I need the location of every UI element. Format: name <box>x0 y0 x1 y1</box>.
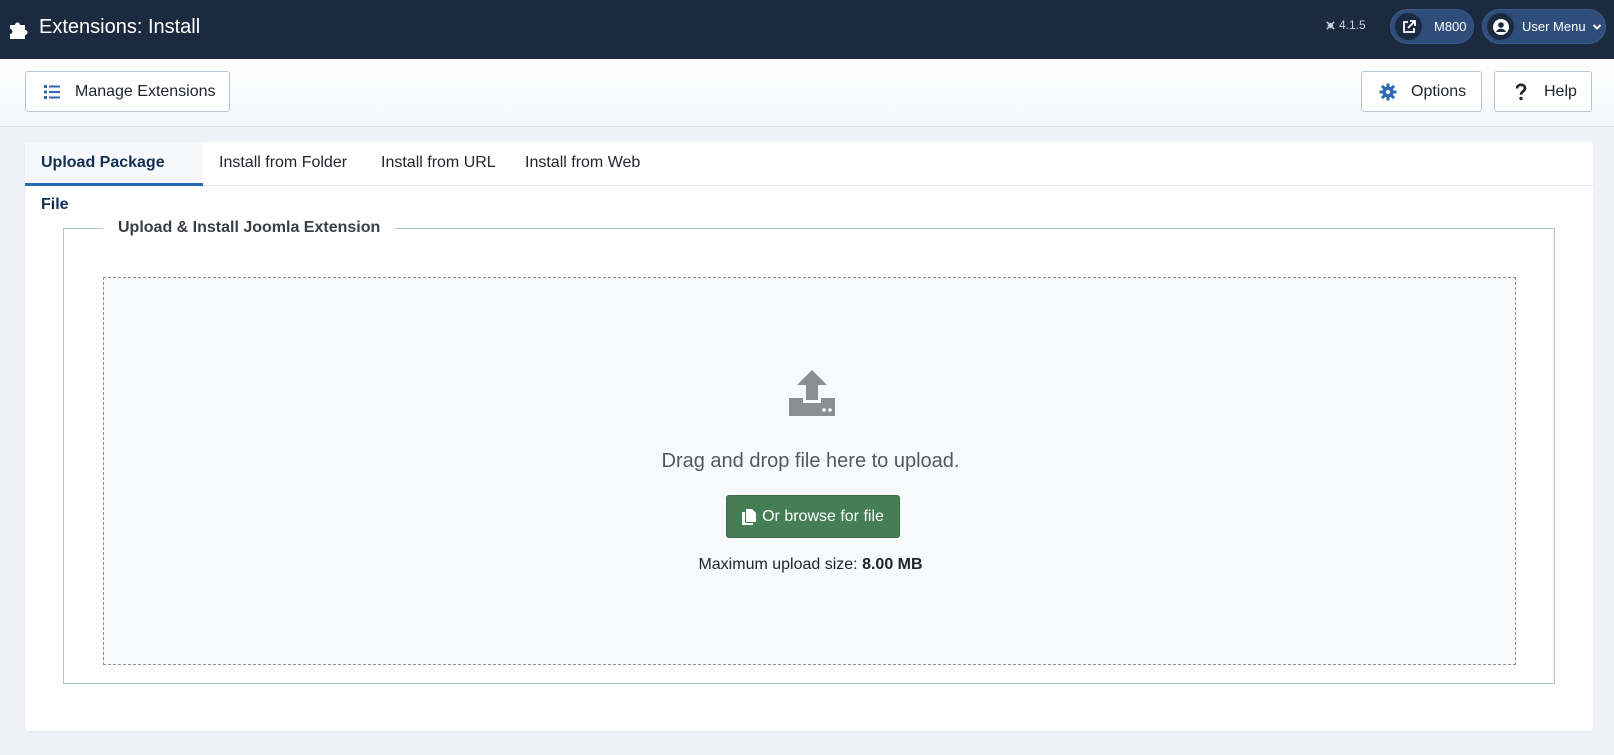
help-label: Help <box>1544 82 1577 100</box>
upload-legend: Upload & Install Joomla Extension <box>103 216 396 240</box>
max-upload-size-label: Maximum upload size: <box>698 556 858 573</box>
install-card: Upload Package File Install from Folder … <box>25 142 1593 731</box>
manage-extensions-label: Manage Extensions <box>75 82 216 100</box>
external-link-icon <box>1395 13 1422 40</box>
user-menu-label: User Menu <box>1522 19 1586 34</box>
app-header: Extensions: Install 4.1.5 M800 User Menu <box>0 0 1614 59</box>
version-text: 4.1.5 <box>1339 18 1366 32</box>
browse-file-button[interactable]: Or browse for file <box>726 495 900 538</box>
manage-extensions-button[interactable]: Manage Extensions <box>25 71 230 112</box>
tab-install-from-folder[interactable]: Install from Folder <box>203 142 363 186</box>
puzzle-icon <box>10 22 28 39</box>
tab-upload-package[interactable]: Upload Package File <box>25 142 203 213</box>
drop-instructions: Drag and drop file here to upload. <box>661 450 960 472</box>
question-icon <box>1515 82 1527 100</box>
site-label: M800 <box>1434 19 1467 34</box>
max-upload-size-value: 8.00 MB <box>862 556 923 573</box>
page-title: Extensions: Install <box>39 16 201 38</box>
view-site-button[interactable]: M800 <box>1390 9 1474 44</box>
upload-fieldset: Upload & Install Joomla Extension Drag a… <box>63 216 1555 684</box>
tab-install-from-web[interactable]: Install from Web <box>509 142 656 186</box>
tab-install-from-url[interactable]: Install from URL <box>365 142 512 186</box>
max-upload-size: Maximum upload size: 8.00 MB <box>104 556 1517 574</box>
user-menu-button[interactable]: User Menu <box>1482 9 1606 44</box>
copy-icon <box>742 508 757 525</box>
options-label: Options <box>1411 82 1467 100</box>
help-button[interactable]: Help <box>1494 71 1592 112</box>
version-label: 4.1.5 <box>1325 18 1366 32</box>
options-button[interactable]: Options <box>1361 71 1482 112</box>
chevron-down-icon <box>1592 23 1601 30</box>
gear-icon <box>1379 83 1397 100</box>
upload-dropzone[interactable]: Drag and drop file here to upload. Or br… <box>103 277 1516 665</box>
user-circle-icon <box>1487 13 1514 40</box>
upload-icon <box>789 370 835 416</box>
joomla-icon <box>1326 20 1335 30</box>
browse-file-label: Or browse for file <box>762 507 884 525</box>
install-tabs: Upload Package File Install from Folder … <box>25 142 1593 213</box>
toolbar: Manage Extensions Options Help <box>0 59 1614 127</box>
list-icon <box>44 84 60 99</box>
